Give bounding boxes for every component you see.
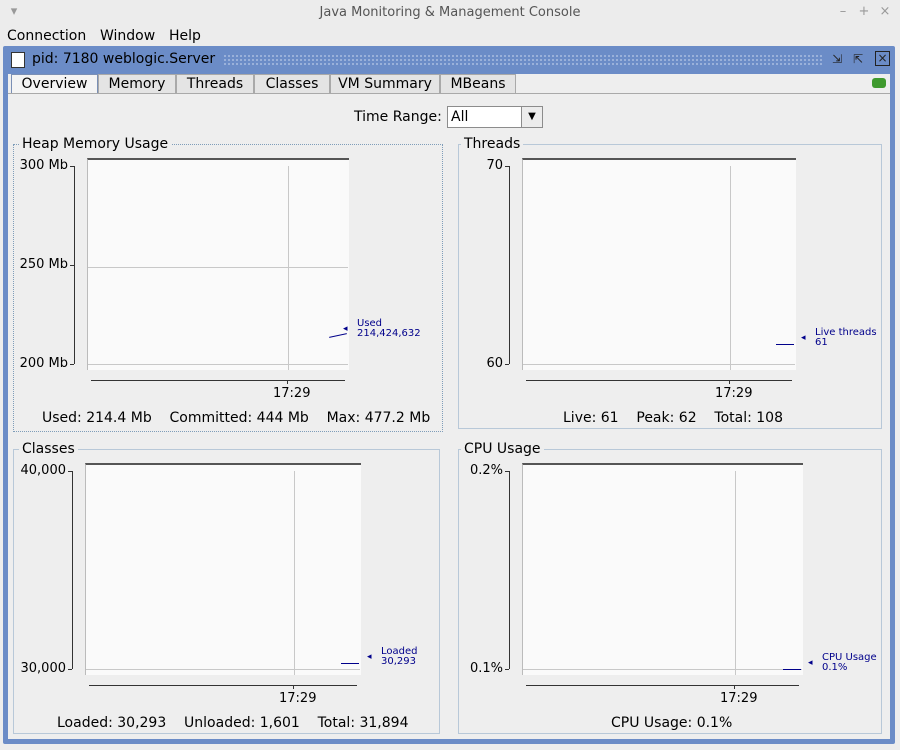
y-tick (68, 669, 72, 670)
x-axis (91, 380, 345, 381)
y-axis (74, 166, 75, 364)
heap-chart: 300 Mb 250 Mb 200 Mb 17:29 ◂ Used 214,424,632 (15, 158, 435, 401)
legend-marker-icon: ◂ (367, 652, 372, 663)
menu-connection[interactable]: Connection (7, 26, 86, 46)
x-axis (526, 685, 799, 686)
y-tick-label: 250 Mb (19, 257, 68, 272)
y-tick (70, 364, 74, 365)
tab-threads[interactable]: Threads (176, 74, 254, 94)
menu-help[interactable]: Help (169, 26, 201, 46)
legend-marker-icon: ◂ (343, 324, 348, 335)
y-tick (505, 669, 509, 670)
series-line (341, 663, 359, 665)
y-tick-label: 40,000 (20, 463, 67, 478)
classes-chart: 40,000 30,000 17:29 ◂ Loaded 30,293 (15, 463, 435, 706)
window-title: Java Monitoring & Management Console (319, 5, 581, 20)
document-icon (11, 52, 25, 68)
grid-line-horizontal (88, 267, 348, 268)
iconify-icon[interactable]: ⇲ (829, 51, 845, 67)
plot-area (522, 158, 796, 370)
plot-area (85, 463, 361, 675)
window-titlebar[interactable]: ▾ Java Monitoring & Management Console –… (0, 0, 900, 27)
series-line (776, 344, 794, 346)
x-tick (293, 685, 294, 689)
y-tick (505, 364, 509, 365)
heap-summary: Used: 214.4 Mb Committed: 444 Mb Max: 47… (42, 410, 431, 426)
y-axis (509, 166, 510, 364)
x-tick (287, 380, 288, 384)
connected-icon (872, 78, 886, 88)
y-axis (509, 471, 510, 669)
time-range-value: All (451, 109, 469, 125)
restore-icon[interactable]: ⇱ (850, 51, 866, 67)
tab-memory[interactable]: Memory (98, 74, 176, 94)
chevron-down-icon[interactable]: ▼ (521, 107, 542, 127)
legend-marker-icon: ◂ (808, 658, 813, 668)
y-tick-label: 30,000 (20, 661, 67, 676)
heap-panel-title: Heap Memory Usage (19, 136, 172, 152)
grid-line-vertical (735, 471, 736, 675)
legend-series-value: 0.1% (822, 662, 848, 673)
y-tick-label: 300 Mb (19, 158, 68, 173)
cpu-chart: 0.2% 0.1% 17:29 ◂ CPU Usage 0.1% (445, 463, 880, 706)
legend-series-value: 214,424,632 (357, 328, 421, 340)
grid-line-horizontal (86, 669, 360, 670)
plot-area (87, 158, 349, 370)
x-axis (526, 380, 792, 381)
grid-line-horizontal (523, 669, 802, 670)
grid-line-horizontal (88, 364, 348, 365)
threads-chart: 70 60 17:29 ◂ Live threads 61 (445, 158, 880, 401)
x-tick-label: 17:29 (279, 691, 317, 706)
close-icon[interactable]: × (877, 4, 893, 20)
x-tick-label: 17:29 (720, 691, 758, 706)
y-tick-label: 0.1% (469, 661, 503, 676)
time-range-label: Time Range: (354, 109, 442, 125)
tab-classes[interactable]: Classes (254, 74, 330, 94)
time-range-select[interactable]: All ▼ (447, 106, 543, 128)
threads-panel-title: Threads (461, 136, 524, 152)
cpu-panel-title: CPU Usage (461, 441, 544, 457)
y-tick (70, 166, 74, 167)
y-tick-label: 60 (486, 356, 503, 371)
tab-vm-summary[interactable]: VM Summary (330, 74, 440, 94)
legend-marker-icon: ◂ (801, 333, 806, 344)
legend-series-value: 61 (815, 337, 828, 349)
x-tick-label: 17:29 (273, 386, 311, 401)
frame-title-grip (223, 54, 823, 66)
y-tick (68, 471, 72, 472)
series-line (783, 669, 801, 670)
grid-line-vertical (294, 471, 295, 675)
maximize-icon[interactable]: + (856, 4, 872, 20)
tab-divider (8, 93, 890, 94)
y-tick (505, 166, 509, 167)
tab-mbeans[interactable]: MBeans (440, 74, 516, 94)
menu-window[interactable]: Window (100, 26, 155, 46)
menu-bar: Connection Window Help (0, 26, 900, 46)
plot-area (522, 463, 803, 675)
minimize-icon[interactable]: – (835, 4, 851, 20)
classes-panel-title: Classes (19, 441, 78, 457)
y-tick-label: 0.2% (469, 463, 503, 478)
grid-line-vertical (288, 166, 289, 370)
x-tick-label: 17:29 (715, 386, 753, 401)
x-tick (729, 380, 730, 384)
y-tick (505, 471, 509, 472)
frame-title: pid: 7180 weblogic.Server (32, 51, 216, 67)
frame-close-icon[interactable]: × (875, 51, 890, 66)
tab-overview[interactable]: Overview (11, 74, 98, 94)
grid-line-horizontal (523, 364, 795, 365)
x-axis (89, 685, 357, 686)
y-axis (72, 471, 73, 669)
x-tick (734, 685, 735, 689)
y-tick-label: 70 (486, 158, 503, 173)
grid-line-vertical (730, 166, 731, 370)
threads-summary: Live: 61 Peak: 62 Total: 108 (563, 410, 783, 426)
cpu-summary: CPU Usage: 0.1% (611, 715, 733, 731)
y-tick-label: 200 Mb (19, 356, 68, 371)
y-tick (70, 265, 74, 266)
legend-series-value: 30,293 (381, 656, 416, 668)
classes-summary: Loaded: 30,293 Unloaded: 1,601 Total: 31… (57, 715, 409, 731)
